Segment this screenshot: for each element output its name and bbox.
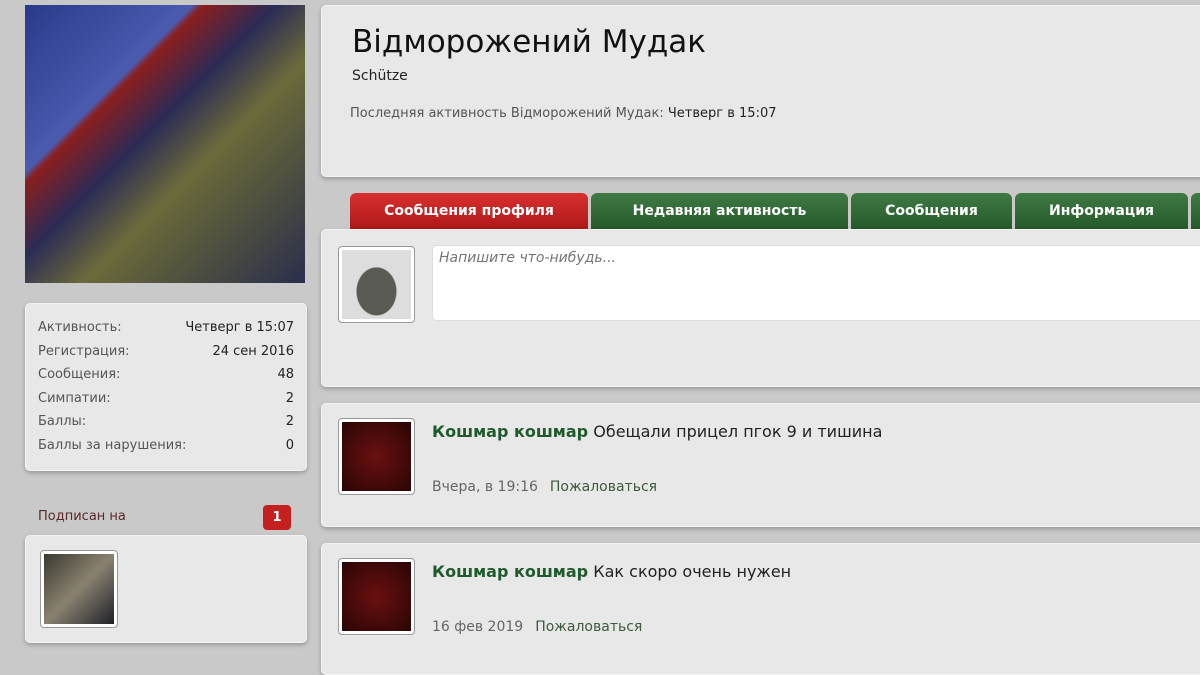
- stat-value: 2: [285, 414, 294, 429]
- user-title: Schütze: [352, 68, 408, 84]
- stat-row: Регистрация: 24 сен 2016: [26, 340, 306, 364]
- author-avatar[interactable]: [338, 558, 415, 635]
- stat-row: Симпатии: 2: [26, 387, 306, 411]
- profile-header: Відморожений Мудак Schütze Последняя акт…: [321, 5, 1200, 177]
- stat-label: Баллы за нарушения:: [38, 437, 187, 453]
- tab-postings[interactable]: Сообщения: [851, 193, 1012, 229]
- author-avatar[interactable]: [338, 418, 415, 495]
- following-avatar[interactable]: [40, 550, 118, 628]
- tab-more[interactable]: [1191, 193, 1200, 229]
- message-text: Обещали прицел пгок 9 и тишина: [593, 422, 883, 441]
- following-heading: Подписан на: [38, 509, 126, 524]
- stat-label: Симпатии:: [38, 390, 111, 406]
- author-link[interactable]: Кошмар кошмар: [432, 562, 588, 581]
- message-body: Кошмар кошмар Как скоро очень нужен: [432, 562, 791, 581]
- stat-row: Сообщения: 48: [26, 363, 306, 387]
- stat-value: 48: [277, 367, 294, 382]
- profile-cover-image[interactable]: [25, 5, 305, 283]
- last-activity-value: Четверг в 15:07: [667, 106, 777, 121]
- tab-recent-activity[interactable]: Недавняя активность: [591, 193, 848, 229]
- stat-label: Сообщения:: [38, 367, 121, 382]
- profile-message: Кошмар кошмар Как скоро очень нужен 16 ф…: [321, 543, 1200, 675]
- report-link[interactable]: Пожаловаться: [535, 619, 642, 635]
- message-meta: Вчера, в 19:16 Пожаловаться: [432, 479, 657, 495]
- message-text: Как скоро очень нужен: [593, 562, 792, 581]
- message-meta: 16 фев 2019 Пожаловаться: [432, 619, 642, 635]
- last-activity: Последняя активность Відморожений Мудак:…: [350, 106, 777, 121]
- message-body: Кошмар кошмар Обещали прицел пгок 9 и ти…: [432, 422, 882, 441]
- tab-profile-posts[interactable]: Сообщения профиля: [350, 193, 588, 229]
- tab-information[interactable]: Информация: [1015, 193, 1188, 229]
- stat-label: Регистрация:: [38, 343, 130, 359]
- stat-value: Четверг в 15:07: [185, 320, 294, 335]
- profile-post-form: [321, 229, 1200, 387]
- current-user-avatar[interactable]: [338, 246, 415, 323]
- stat-value: 24 сен 2016: [212, 343, 294, 359]
- stat-row: Баллы: 2: [26, 410, 306, 434]
- stat-label: Баллы:: [38, 414, 87, 429]
- profile-name: Відморожений Мудак: [352, 24, 706, 60]
- last-activity-label: Последняя активность Відморожений Мудак:: [350, 106, 664, 121]
- report-link[interactable]: Пожаловаться: [550, 479, 657, 495]
- following-count-badge[interactable]: 1: [263, 505, 291, 530]
- stat-label: Активность:: [38, 320, 122, 335]
- following-list: [25, 535, 307, 643]
- stat-row: Баллы за нарушения: 0: [26, 434, 306, 458]
- stat-row: Активность: Четверг в 15:07: [26, 316, 306, 340]
- message-time[interactable]: 16 фев 2019: [432, 619, 523, 635]
- profile-message: Кошмар кошмар Обещали прицел пгок 9 и ти…: [321, 403, 1200, 527]
- stat-value: 0: [285, 437, 294, 453]
- stat-value: 2: [285, 390, 294, 406]
- profile-post-input[interactable]: [432, 245, 1200, 321]
- message-time[interactable]: Вчера, в 19:16: [432, 479, 538, 495]
- author-link[interactable]: Кошмар кошмар: [432, 422, 588, 441]
- profile-stats: Активность: Четверг в 15:07 Регистрация: 2…: [25, 303, 307, 471]
